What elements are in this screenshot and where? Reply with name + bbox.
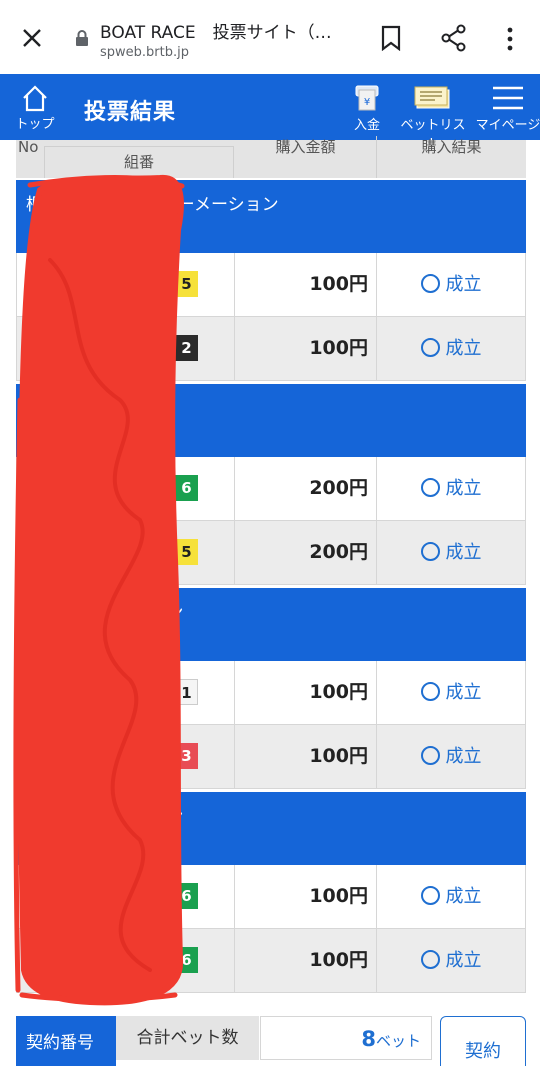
table-row: 2 100円 成立: [16, 317, 526, 381]
col-header-combo: 組番: [44, 146, 234, 178]
table-row: 5 200円 成立: [16, 521, 526, 585]
boat-number-badge: 5: [175, 539, 198, 565]
combo-cell: 6: [17, 457, 235, 520]
more-vert-icon[interactable]: [503, 26, 517, 52]
svg-text:¥: ¥: [364, 97, 370, 108]
table-row: 6 200円 成立: [16, 457, 526, 521]
col-header-result: 購入結果: [376, 136, 526, 178]
col-header-amount: 購入金額: [275, 138, 336, 156]
bookmark-icon[interactable]: [380, 25, 402, 51]
col-header-no: No: [18, 138, 39, 156]
nav-mypage[interactable]: マイページ: [474, 84, 540, 133]
total-bet-count-value: 8ベット: [260, 1016, 432, 1060]
lock-icon: [76, 30, 88, 46]
result-cell: 成立: [377, 929, 525, 992]
boat-number-badge: 3: [175, 743, 198, 769]
home-label: トップ: [15, 117, 55, 132]
amount-cell: 100円: [235, 865, 377, 928]
result-text: 成立: [445, 682, 482, 703]
boat-number-badge: 6: [175, 475, 198, 501]
result-text: 成立: [445, 886, 482, 907]
bet-count-number: 8: [361, 1027, 376, 1051]
result-cell: 成立: [377, 457, 525, 520]
close-icon[interactable]: [20, 26, 44, 50]
table-row: 6 100円 成立: [16, 929, 526, 993]
nav-deposit[interactable]: ¥ 入金: [345, 84, 389, 133]
combo-cell: 6: [17, 865, 235, 928]
browser-url[interactable]: spweb.brtb.jp: [100, 45, 189, 60]
amount-cell: 100円: [235, 725, 377, 788]
app-header: トップ 投票結果 ¥ 入金 ベットリスト マイページ: [0, 74, 540, 152]
menu-icon: [493, 86, 523, 110]
ticket-icon: [414, 86, 450, 109]
total-bet-count-label: 合計ベット数: [116, 1016, 259, 1060]
circle-ok-icon: [420, 746, 440, 765]
table-header: No 組番 購入金額 購入結果: [16, 136, 526, 178]
result-text: 成立: [445, 542, 482, 563]
circle-ok-icon: [420, 478, 440, 497]
bet-count-unit: ベット: [375, 1032, 421, 1050]
browser-page-title: BOAT RACE 投票サイト（…: [100, 23, 332, 43]
table-row: 6 100円 成立: [16, 865, 526, 929]
deposit-icon: ¥: [355, 85, 379, 111]
page-title: 投票結果: [84, 100, 177, 125]
contract-button[interactable]: 契約: [440, 1016, 526, 1066]
result-cell: 成立: [377, 317, 525, 380]
contract-number-label: 契約番号: [16, 1016, 116, 1066]
amount-cell: 100円: [235, 253, 377, 316]
boat-number-badge: 5: [175, 271, 198, 297]
home-icon: [23, 85, 47, 112]
amount-cell: 100円: [235, 929, 377, 992]
share-icon[interactable]: [441, 24, 467, 52]
nav-deposit-label: 入金: [353, 118, 380, 133]
summary-footer: 契約番号 合計ベット数 8ベット 契約: [16, 1016, 526, 1066]
combo-cell: 6: [17, 929, 235, 992]
result-cell: 成立: [377, 661, 525, 724]
bet-group: 桐生 1R 3連単 フォーメーション 5 100円 成立 2 100円 成立: [16, 180, 526, 381]
result-text: 成立: [445, 274, 482, 295]
bet-group: 単 フォーメーション 6 100円 成立 6 100円 成立: [16, 792, 526, 993]
circle-ok-icon: [420, 542, 440, 561]
circle-ok-icon: [420, 338, 440, 357]
result-cell: 成立: [377, 725, 525, 788]
table-row: 3 100円 成立: [16, 725, 526, 789]
bet-group: 単 フォーメーション 1 100円 成立 3 100円 成立: [16, 588, 526, 789]
browser-toolbar: BOAT RACE 投票サイト（… spweb.brtb.jp: [0, 0, 540, 74]
bet-group-title: 桐生 1R 3連単 フォーメーション: [16, 180, 526, 253]
home-button[interactable]: トップ: [12, 84, 58, 132]
result-text: 成立: [445, 950, 482, 971]
table-row: 1 100円 成立: [16, 661, 526, 725]
combo-cell: 1: [17, 661, 235, 724]
combo-cell: 2: [17, 317, 235, 380]
combo-cell: 5: [17, 521, 235, 584]
boat-number-badge: 6: [175, 947, 198, 973]
combo-cell: 3: [17, 725, 235, 788]
table-row: 5 100円 成立: [16, 253, 526, 317]
boat-number-badge: 2: [175, 335, 198, 361]
result-cell: 成立: [377, 865, 525, 928]
combo-cell: 5: [17, 253, 235, 316]
nav-mypage-label: マイページ: [475, 118, 540, 133]
circle-ok-icon: [420, 682, 440, 701]
amount-cell: 100円: [235, 317, 377, 380]
result-cell: 成立: [377, 521, 525, 584]
bet-group: フォーメーション 6 200円 成立 5 200円 成立: [16, 384, 526, 585]
bet-group-title: 単 フォーメーション: [16, 588, 526, 661]
bet-group-title: 単 フォーメーション: [16, 792, 526, 865]
bet-group-title: フォーメーション: [16, 384, 526, 457]
circle-ok-icon: [420, 950, 440, 969]
amount-cell: 200円: [235, 521, 377, 584]
boat-number-badge: 1: [175, 679, 198, 705]
result-text: 成立: [445, 746, 482, 767]
result-text: 成立: [445, 338, 482, 359]
result-cell: 成立: [377, 253, 525, 316]
amount-cell: 200円: [235, 457, 377, 520]
boat-number-badge: 6: [175, 883, 198, 909]
circle-ok-icon: [420, 886, 440, 905]
result-text: 成立: [445, 478, 482, 499]
circle-ok-icon: [420, 274, 440, 293]
amount-cell: 100円: [235, 661, 377, 724]
